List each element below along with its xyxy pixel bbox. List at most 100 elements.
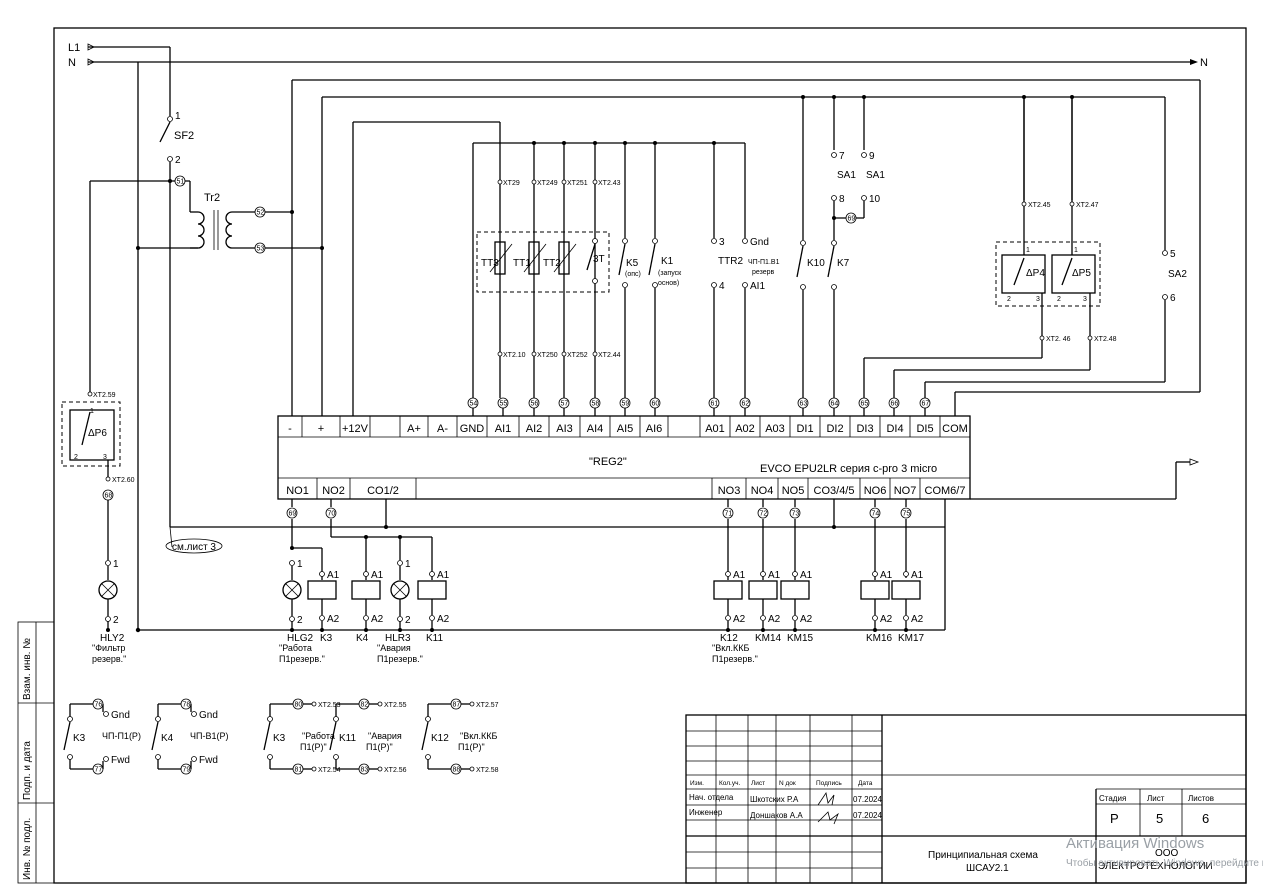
svg-text:A1: A1 [327, 570, 340, 581]
svg-text:"Авария: "Авария [368, 731, 402, 741]
svg-text:1: 1 [175, 111, 181, 122]
svg-text:A1: A1 [371, 570, 384, 581]
output-hly2: 12HLY2"Фильтррезерв." [92, 559, 126, 664]
node-57: 57 [558, 397, 570, 409]
svg-text:SA1: SA1 [866, 170, 885, 181]
svg-text:3: 3 [1083, 296, 1087, 303]
svg-text:69: 69 [289, 511, 297, 518]
see-sheet-note: см.лист 3 [172, 542, 216, 553]
svg-text:K10: K10 [807, 258, 825, 269]
svg-text:58: 58 [592, 401, 600, 408]
svg-text:K5: K5 [626, 258, 639, 269]
output-label: K3 [320, 633, 333, 644]
svg-text:K1: K1 [661, 256, 674, 267]
terminal-di2: DI2 [826, 423, 843, 435]
svg-text:Лист: Лист [751, 780, 765, 787]
svg-text:(запуск: (запуск [658, 270, 682, 277]
svg-text:79: 79 [183, 767, 191, 774]
svg-text:ЧП-П1(Р): ЧП-П1(Р) [102, 731, 141, 741]
svg-text:Fwd: Fwd [199, 755, 218, 766]
svg-text:3: 3 [1036, 296, 1040, 303]
svg-text:60: 60 [652, 401, 660, 408]
xt-terminal [592, 179, 598, 185]
schematic-sheet: Взам. инв. № Подп. и дата Инв. № подл. L… [17, 27, 1263, 884]
svg-text:ΔP5: ΔP5 [1072, 268, 1091, 279]
sheet-value: 5 [1156, 811, 1163, 826]
svg-text:XT2.48: XT2.48 [1094, 336, 1117, 343]
svg-text:1: 1 [1026, 247, 1030, 254]
node-63: 63 [797, 397, 809, 409]
svg-text:10: 10 [869, 194, 881, 205]
svg-text:73: 73 [792, 511, 800, 518]
svg-text:A1: A1 [800, 570, 813, 581]
output-loads: 12HLY2"Фильтррезерв."12HLG2"РаботаП1резе… [92, 499, 925, 664]
temperature-sensors: TT3 TT1 TT2 3T XT29 XT249 XT251 XT2.43 XT2.… [476, 143, 621, 398]
svg-text:75: 75 [903, 511, 911, 518]
terminal-no1: NO1 [286, 485, 309, 497]
svg-text:2: 2 [297, 615, 303, 626]
output-supply: см.лист 3 [165, 499, 946, 630]
svg-text:П1резерв.": П1резерв." [279, 654, 325, 664]
stage-value: Р [1110, 811, 1119, 826]
svg-text:"Работа: "Работа [279, 643, 312, 653]
terminal-di4: DI4 [886, 423, 903, 435]
svg-text:(опс): (опс) [625, 271, 641, 278]
svg-text:"Вкл.ККБ: "Вкл.ККБ [712, 643, 749, 653]
terminal-a03: A03 [765, 423, 785, 435]
svg-text:4: 4 [719, 281, 725, 292]
svg-text:K3: K3 [73, 733, 86, 744]
svg-text:62: 62 [742, 401, 750, 408]
svg-text:59: 59 [622, 401, 630, 408]
svg-text:78: 78 [183, 702, 191, 709]
svg-text:56: 56 [531, 401, 539, 408]
title-line2: ШСАУ2.1 [966, 863, 1009, 874]
output-km16: A1 A2 KM16 [860, 570, 893, 644]
svg-text:A2: A2 [371, 614, 384, 625]
svg-text:XT2.53: XT2.53 [318, 702, 341, 709]
svg-text:Подпись: Подпись [816, 780, 842, 787]
svg-text:ΔP6: ΔP6 [88, 428, 107, 439]
node-82: 82 [358, 698, 370, 710]
output-k4: A1 A2K4 [351, 570, 384, 644]
svg-text:65: 65 [861, 401, 869, 408]
svg-text:A2: A2 [800, 614, 813, 625]
svg-text:Инженер: Инженер [689, 808, 723, 817]
svg-text:N док: N док [779, 780, 796, 787]
node-73: 73 [789, 507, 801, 519]
node-69: 69 [286, 507, 298, 519]
terminal-di3: DI3 [856, 423, 873, 435]
svg-text:57: 57 [561, 401, 569, 408]
svg-text:Инв. № подл.: Инв. № подл. [22, 818, 33, 880]
breaker-label: SF2 [174, 130, 194, 142]
node-65: 65 [858, 397, 870, 409]
output-label: K11 [426, 633, 443, 644]
aux-contact-k11-82: 82 83 XT2.55 XT2.56 K11 "АварияП1(Р)" [329, 698, 407, 775]
node-83: 83 [358, 763, 370, 775]
top-feeds [291, 79, 1201, 416]
svg-text:резерв.": резерв." [92, 654, 126, 664]
svg-text:1: 1 [90, 408, 94, 415]
svg-text:07.2024: 07.2024 [853, 795, 882, 804]
svg-text:77: 77 [95, 767, 103, 774]
controller-name: "REG2" [589, 456, 627, 468]
svg-text:ЧП-В1(Р): ЧП-В1(Р) [190, 731, 228, 741]
svg-text:Fwd: Fwd [111, 755, 130, 766]
svg-text:3: 3 [719, 237, 725, 248]
svg-text:A1: A1 [437, 570, 450, 581]
output-label: KM17 [898, 633, 925, 644]
xt-terminal [531, 179, 537, 185]
svg-text:SA2: SA2 [1168, 269, 1187, 280]
title-line1: Принципиальная схема [928, 850, 1038, 861]
svg-text:K11: K11 [339, 733, 356, 744]
svg-text:A1: A1 [911, 570, 924, 581]
svg-text:76: 76 [95, 702, 103, 709]
side-stamp: Взам. инв. № Подп. и дата Инв. № подл. [22, 638, 33, 880]
svg-text:72: 72 [760, 511, 768, 518]
svg-text:П1резерв.": П1резерв." [712, 654, 758, 664]
svg-text:1: 1 [405, 559, 411, 570]
svg-text:88: 88 [453, 767, 461, 774]
svg-text:XT2.57: XT2.57 [476, 702, 499, 709]
xt-label: XT249 [537, 180, 558, 187]
svg-text:2: 2 [175, 155, 181, 166]
terminal-com67: COM6/7 [925, 485, 966, 497]
